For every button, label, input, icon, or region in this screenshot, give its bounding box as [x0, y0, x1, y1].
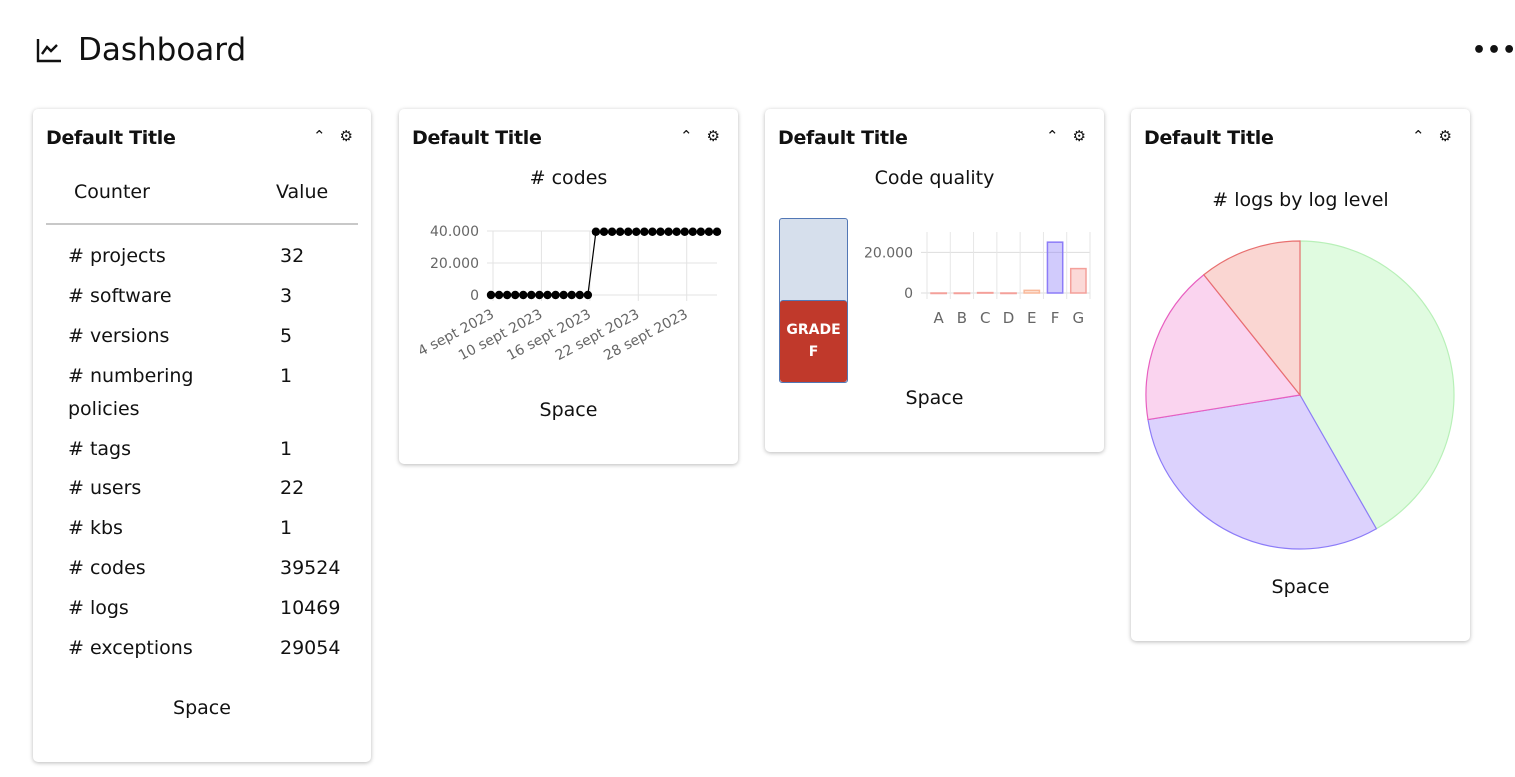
card-caption: Space [905, 387, 964, 409]
data-point [615, 227, 625, 236]
data-point [527, 290, 536, 300]
code-quality-card: Default Title ⌃ ⚙ Code quality GRADE F 0 20… [765, 109, 1104, 452]
counter-name: # tags [68, 438, 132, 460]
y-tick-label: 20.000 [430, 256, 479, 272]
card-caption: Space [539, 399, 598, 421]
logs-pie-card: Default Title ⌃ ⚙ # logs by log level Spa… [1131, 109, 1470, 641]
counter-name: # users [68, 477, 142, 499]
collapse-chevron-icon[interactable]: ⌃ [313, 127, 326, 145]
column-header-value: Value [276, 181, 329, 203]
x-tick-label: A [934, 309, 945, 327]
x-tick-label: G [1073, 309, 1085, 327]
pie-chart [1145, 240, 1455, 550]
data-point [583, 290, 593, 300]
counter-value: 1 [280, 517, 293, 539]
counter-name: # projects [68, 245, 166, 267]
bar [1023, 289, 1041, 294]
page-title-text: Dashboard [78, 32, 247, 68]
counter-value: 32 [280, 245, 305, 267]
data-point [704, 227, 714, 236]
counter-value: 29054 [280, 637, 341, 659]
x-tick-label: E [1027, 309, 1036, 327]
x-tick-label: 28 sept 2023 [601, 306, 690, 364]
data-point [712, 227, 722, 236]
data-point [543, 290, 552, 300]
data-point [640, 227, 649, 236]
y-tick-label: 40.000 [430, 224, 479, 240]
data-point [559, 290, 568, 300]
data-point [688, 227, 697, 236]
data-point [624, 227, 633, 236]
counter-value: 39524 [280, 557, 341, 579]
data-point [672, 227, 681, 236]
y-tick-label: 20.000 [864, 245, 913, 261]
data-point [575, 290, 584, 300]
counter-value: 1 [280, 365, 293, 387]
y-tick-label: 0 [904, 286, 913, 302]
line-chart: 020.00040.0004 sept 202310 sept 202316 s… [415, 224, 722, 364]
counter-value: 3 [280, 285, 293, 307]
data-point [648, 227, 657, 236]
bar [1069, 267, 1087, 294]
x-tick-label: B [957, 309, 967, 327]
data-point [591, 227, 601, 236]
counter-card: Default Title ⌃ ⚙ Counter Value # project… [33, 109, 371, 762]
more-options-button[interactable]: ••• [1472, 38, 1515, 63]
card-title: Default Title [46, 127, 176, 149]
card-caption: Space [173, 697, 231, 719]
counter-name: # exceptions [68, 637, 193, 659]
data-point [656, 227, 665, 236]
data-point [664, 227, 673, 236]
column-header-counter: Counter [74, 181, 150, 203]
page-title: Dashboard [36, 32, 246, 68]
bar [930, 292, 948, 295]
data-point [607, 227, 617, 236]
bar [953, 292, 971, 295]
data-point [502, 290, 512, 300]
y-tick-label: 0 [470, 288, 479, 304]
data-point [535, 290, 544, 300]
counter-name: # kbs [68, 517, 123, 539]
counter-value: 1 [280, 438, 293, 460]
data-point [511, 290, 520, 300]
x-tick-label: F [1051, 309, 1060, 327]
x-tick-label: C [980, 309, 990, 327]
bar [1046, 241, 1064, 294]
counter-value: 5 [280, 325, 293, 347]
counter-name: # software [68, 285, 172, 307]
data-point [680, 227, 689, 236]
counter-name: # numbering policies [68, 365, 194, 420]
data-point [567, 290, 576, 300]
divider [46, 223, 358, 225]
counter-name: # codes [68, 557, 146, 579]
data-point [519, 290, 528, 300]
counter-value: 10469 [280, 597, 341, 619]
counter-name: # versions [68, 325, 170, 347]
card-caption: Space [1271, 576, 1330, 598]
codes-chart-card: Default Title ⌃ ⚙ # codes 0 20.000 40.000 4 … [399, 109, 738, 464]
data-point [632, 227, 641, 236]
data-point [551, 290, 560, 300]
bar [1000, 292, 1017, 295]
data-point [599, 227, 609, 236]
data-point [494, 290, 504, 300]
bar [976, 291, 994, 294]
gear-icon[interactable]: ⚙ [340, 127, 353, 145]
x-tick-label: D [1003, 309, 1015, 327]
bar-chart: 0 20.000 A B C D E F G [864, 231, 1091, 327]
data-point [486, 290, 496, 300]
counter-name: # logs [68, 597, 129, 619]
data-point [696, 227, 706, 236]
line-chart-icon [36, 39, 61, 63]
counter-value: 22 [280, 477, 305, 499]
